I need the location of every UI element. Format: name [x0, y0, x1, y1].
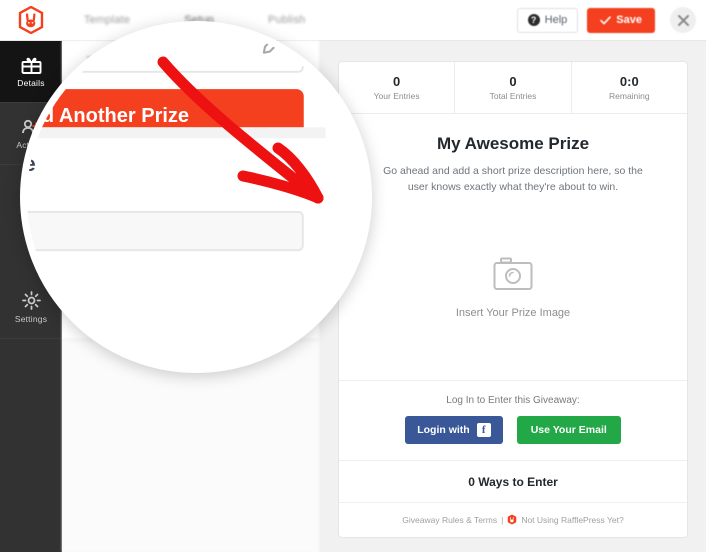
rafflepress-rabbit-logo — [508, 514, 517, 525]
top-navigation: Template Setup Publish — [62, 14, 517, 26]
stat-remaining: 0:0 Remaining — [572, 62, 687, 113]
login-prompt: Log In to Enter this Giveaway: — [446, 395, 580, 406]
camera-icon — [493, 257, 533, 290]
footer-promo-link[interactable]: Not Using RafflePress Yet? — [521, 515, 623, 525]
preview-card: 0 Your Entries 0 Total Entries 0:0 Remai… — [338, 61, 688, 538]
stat-your-entries-label: Your Entries — [373, 91, 420, 101]
stat-your-entries-value: 0 — [393, 74, 401, 89]
facebook-login-label: Login with — [417, 424, 470, 436]
facebook-login-button[interactable]: Login with f — [405, 416, 503, 444]
preview-prize-description: Go ahead and add a short prize descripti… — [383, 165, 643, 194]
prize-image-placeholder[interactable]: Insert Your Prize Image — [339, 196, 687, 380]
footer-rules-link[interactable]: Giveaway Rules & Terms — [402, 515, 497, 525]
save-button-label: Save — [616, 14, 642, 26]
top-bar-actions: ? Help Save — [516, 7, 706, 33]
footer-separator: | — [501, 514, 504, 525]
top-nav-item-template[interactable]: Template — [84, 14, 130, 26]
top-nav-item-publish[interactable]: Publish — [268, 14, 305, 26]
stat-total-entries-value: 0 — [509, 74, 517, 89]
prize-image-placeholder-label: Insert Your Prize Image — [455, 306, 571, 319]
magnified-time-title: rt and End Time — [23, 154, 36, 177]
close-icon — [677, 14, 689, 26]
ways-to-enter-heading: 0 Ways to Enter — [339, 460, 687, 502]
magnified-add-prize-label: Add Another Prize — [20, 105, 190, 128]
question-mark-icon: ? — [527, 14, 540, 26]
stat-total-entries: 0 Total Entries — [455, 62, 572, 113]
magnifier-content: Details Actions ate Setup Publi — [20, 28, 365, 366]
stat-total-entries-label: Total Entries — [489, 91, 537, 101]
magnified-time-panel: rt and End Time Ti UTC — [23, 127, 326, 252]
preview-footer: Giveaway Rules & Terms | Not Using Raffl… — [339, 502, 687, 537]
magnified-timezone-label: Ti — [27, 191, 304, 204]
email-login-button[interactable]: Use Your Email — [516, 416, 621, 444]
pencil-icon[interactable] — [262, 31, 286, 60]
facebook-icon: f — [476, 423, 491, 437]
magnifier-lens: Details Actions ate Setup Publi — [20, 21, 372, 373]
login-section: Log In to Enter this Giveaway: Login wit… — [339, 380, 687, 460]
login-buttons: Login with f Use Your Email — [339, 416, 687, 444]
rafflepress-giveaway-editor: Template Setup Publish ? Help Save Setti… — [0, 0, 706, 552]
preview-prize-title: My Awesome Prize — [436, 134, 590, 153]
check-icon — [600, 15, 612, 24]
help-button[interactable]: ? Help — [516, 7, 579, 33]
preview-body: My Awesome Prize Go ahead and add a shor… — [339, 114, 687, 537]
help-button-label: Help — [544, 14, 568, 26]
magnified-prize-name-input[interactable]: My Awesome Prize — [27, 28, 304, 73]
stat-remaining-value: 0:0 — [619, 74, 639, 89]
magnified-timezone-select[interactable]: UTC — [27, 211, 304, 252]
stat-remaining-label: Remaining — [609, 91, 650, 101]
giveaway-preview: 0 Your Entries 0 Total Entries 0:0 Remai… — [320, 41, 706, 552]
entry-stats-row: 0 Your Entries 0 Total Entries 0:0 Remai… — [339, 62, 687, 114]
save-button[interactable]: Save — [587, 7, 655, 33]
email-login-label: Use Your Email — [530, 424, 607, 436]
close-button[interactable] — [670, 7, 696, 33]
